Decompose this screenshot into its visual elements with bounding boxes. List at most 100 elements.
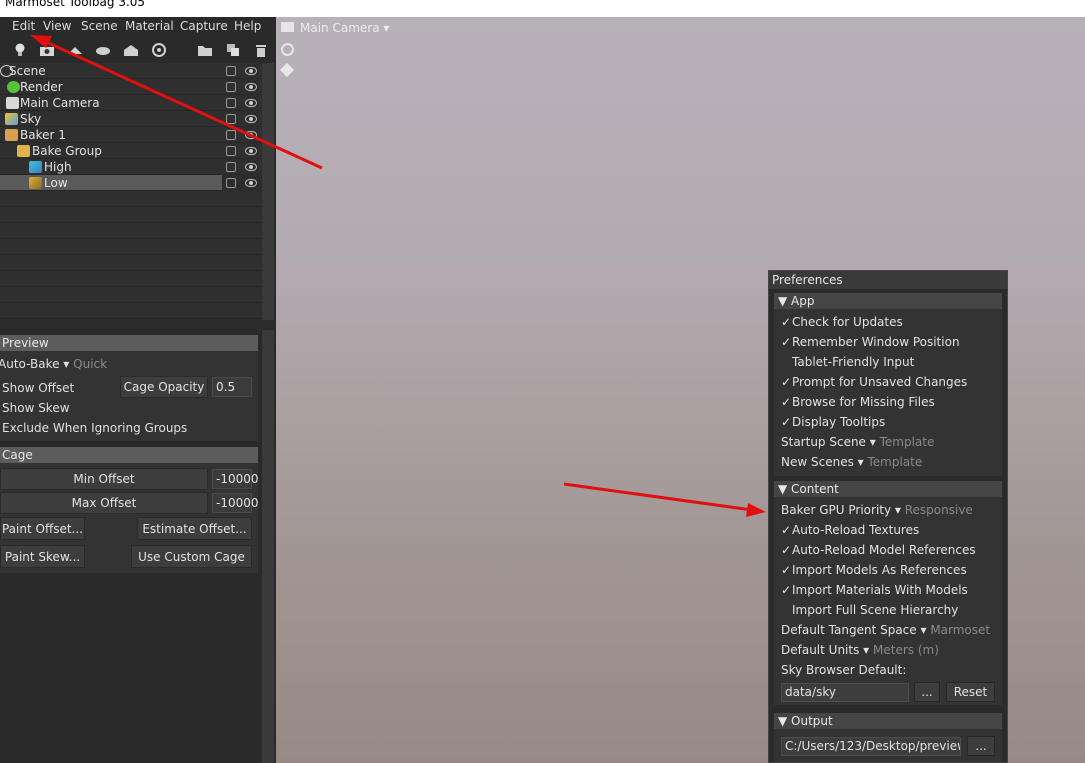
- outliner-row-sky[interactable]: Sky: [0, 111, 262, 127]
- cage-section-header[interactable]: Cage: [0, 447, 258, 463]
- lock-icon[interactable]: [226, 98, 236, 108]
- app-section-body: ✓Check for Updates ✓Remember Window Posi…: [774, 309, 1002, 476]
- gear-icon[interactable]: [281, 43, 294, 56]
- paint-skew-button[interactable]: Paint Skew...: [0, 545, 85, 568]
- auto-reload-textures-checkbox[interactable]: ✓Auto-Reload Textures: [781, 523, 919, 537]
- menu-edit[interactable]: Edit: [12, 19, 35, 33]
- outliner-row-high[interactable]: High: [0, 159, 262, 175]
- new-scenes-dropdown[interactable]: New Scenes ▾ Template: [781, 455, 922, 469]
- paint-offset-button[interactable]: Paint Offset...: [0, 517, 85, 540]
- camera-icon[interactable]: [281, 22, 294, 32]
- preview-section-header[interactable]: Preview: [0, 335, 258, 351]
- visibility-eye-icon[interactable]: [245, 83, 257, 91]
- menu-view[interactable]: View: [43, 19, 71, 33]
- outliner-row-main-camera[interactable]: Main Camera: [0, 95, 262, 111]
- outliner-empty-row: [0, 255, 262, 271]
- tangent-space-dropdown[interactable]: Default Tangent Space ▾ Marmoset: [781, 623, 990, 637]
- exclude-ignoring-groups-checkbox[interactable]: Exclude When Ignoring Groups: [2, 421, 187, 435]
- light-icon[interactable]: [11, 41, 29, 59]
- remember-window-checkbox[interactable]: ✓Remember Window Position: [781, 335, 960, 349]
- menu-capture[interactable]: Capture: [180, 19, 228, 33]
- camera-icon[interactable]: [38, 41, 56, 59]
- lock-icon[interactable]: [226, 66, 236, 76]
- lock-icon[interactable]: [226, 162, 236, 172]
- prompt-unsaved-checkbox[interactable]: ✓Prompt for Unsaved Changes: [781, 375, 967, 389]
- outliner-label: Sky: [20, 112, 42, 126]
- import-hierarchy-checkbox[interactable]: Import Full Scene Hierarchy: [781, 603, 958, 617]
- outliner-empty-row: [0, 239, 262, 255]
- visibility-eye-icon[interactable]: [245, 179, 257, 187]
- show-offset-checkbox[interactable]: Show Offset: [2, 381, 74, 395]
- duplicate-icon[interactable]: [224, 41, 242, 59]
- visibility-eye-icon[interactable]: [245, 147, 257, 155]
- properties-scrollbar[interactable]: [262, 330, 274, 763]
- outliner-row-scene[interactable]: Scene: [0, 63, 262, 79]
- check-updates-checkbox[interactable]: ✓Check for Updates: [781, 315, 903, 329]
- outliner-scrollbar[interactable]: [262, 63, 274, 320]
- sky-reset-button[interactable]: Reset: [946, 682, 995, 702]
- min-offset-input[interactable]: -10000: [212, 469, 259, 489]
- lock-icon[interactable]: [226, 146, 236, 156]
- app-section-header[interactable]: ▼ App: [774, 293, 1002, 309]
- lock-icon[interactable]: [226, 130, 236, 140]
- sky-icon[interactable]: [66, 41, 84, 59]
- content-section-header[interactable]: ▼ Content: [774, 481, 1002, 497]
- camera-selector[interactable]: Main Camera ▾: [300, 21, 389, 35]
- lock-icon[interactable]: [226, 178, 236, 188]
- preferences-title: Preferences: [769, 271, 1007, 289]
- cage-opacity-input[interactable]: 0.5: [212, 377, 252, 397]
- estimate-offset-button[interactable]: Estimate Offset...: [137, 517, 252, 540]
- show-skew-checkbox[interactable]: Show Skew: [2, 401, 70, 415]
- output-section-body: C:/Users/123/Desktop/preview/ ...: [774, 729, 1002, 762]
- default-units-dropdown[interactable]: Default Units ▾ Meters (m): [781, 643, 939, 657]
- menu-help[interactable]: Help: [234, 19, 261, 33]
- brush-icon[interactable]: [279, 62, 295, 78]
- visibility-eye-icon[interactable]: [245, 163, 257, 171]
- content-section-body: Baker GPU Priority ▾ Responsive ✓Auto-Re…: [774, 497, 1002, 705]
- outliner-row-low[interactable]: Low: [0, 175, 222, 191]
- import-materials-checkbox[interactable]: ✓Import Materials With Models: [781, 583, 968, 597]
- lock-icon[interactable]: [226, 82, 236, 92]
- sky-icon: [5, 113, 18, 125]
- outliner-label: High: [44, 160, 72, 174]
- output-path-input[interactable]: C:/Users/123/Desktop/preview/: [781, 737, 961, 756]
- outliner-label: Render: [20, 80, 63, 94]
- visibility-eye-icon[interactable]: [245, 115, 257, 123]
- outliner-row-render[interactable]: Render: [0, 79, 262, 95]
- outliner-label: Baker 1: [20, 128, 66, 142]
- auto-bake-dropdown[interactable]: Auto-Bake ▾ Quick: [0, 357, 107, 371]
- menu-scene[interactable]: Scene: [81, 19, 118, 33]
- outliner-empty-row: [0, 223, 262, 239]
- output-browse-button[interactable]: ...: [967, 736, 995, 756]
- trash-icon[interactable]: [252, 41, 270, 59]
- sky-browser-label: Sky Browser Default:: [781, 663, 907, 677]
- baker-icon: [5, 129, 18, 141]
- outliner-row-bake-group[interactable]: Bake Group: [0, 143, 262, 159]
- scene-outliner: Scene Render Main Camera Sky Baker 1 Bak…: [0, 63, 262, 320]
- sky-browse-button[interactable]: ...: [914, 682, 940, 702]
- outliner-empty-row: [0, 191, 262, 207]
- baker-icon[interactable]: [122, 41, 140, 59]
- visibility-eye-icon[interactable]: [245, 99, 257, 107]
- max-offset-input[interactable]: -10000: [212, 493, 259, 513]
- sky-path-input[interactable]: data/sky: [781, 683, 909, 702]
- auto-reload-models-checkbox[interactable]: ✓Auto-Reload Model References: [781, 543, 976, 557]
- menu-material[interactable]: Material: [125, 19, 174, 33]
- use-custom-cage-button[interactable]: Use Custom Cage: [131, 545, 252, 568]
- visibility-eye-icon[interactable]: [245, 131, 257, 139]
- import-as-references-checkbox[interactable]: ✓Import Models As References: [781, 563, 967, 577]
- cage-section-body: Min Offset -10000 Max Offset -10000 Pain…: [0, 463, 259, 573]
- lock-icon[interactable]: [226, 114, 236, 124]
- display-tooltips-checkbox[interactable]: ✓Display Tooltips: [781, 415, 885, 429]
- fog-icon[interactable]: [94, 41, 112, 59]
- visibility-eye-icon[interactable]: [245, 67, 257, 75]
- folder-icon[interactable]: [196, 41, 214, 59]
- render-icon[interactable]: [150, 41, 168, 59]
- tablet-input-checkbox[interactable]: Tablet-Friendly Input: [781, 355, 914, 369]
- browse-missing-checkbox[interactable]: ✓Browse for Missing Files: [781, 395, 935, 409]
- output-section-header[interactable]: ▼ Output: [774, 713, 1002, 729]
- startup-scene-dropdown[interactable]: Startup Scene ▾ Template: [781, 435, 934, 449]
- baker-gpu-priority-dropdown[interactable]: Baker GPU Priority ▾ Responsive: [781, 503, 973, 517]
- outliner-row-baker[interactable]: Baker 1: [0, 127, 262, 143]
- camera-icon: [6, 97, 19, 109]
